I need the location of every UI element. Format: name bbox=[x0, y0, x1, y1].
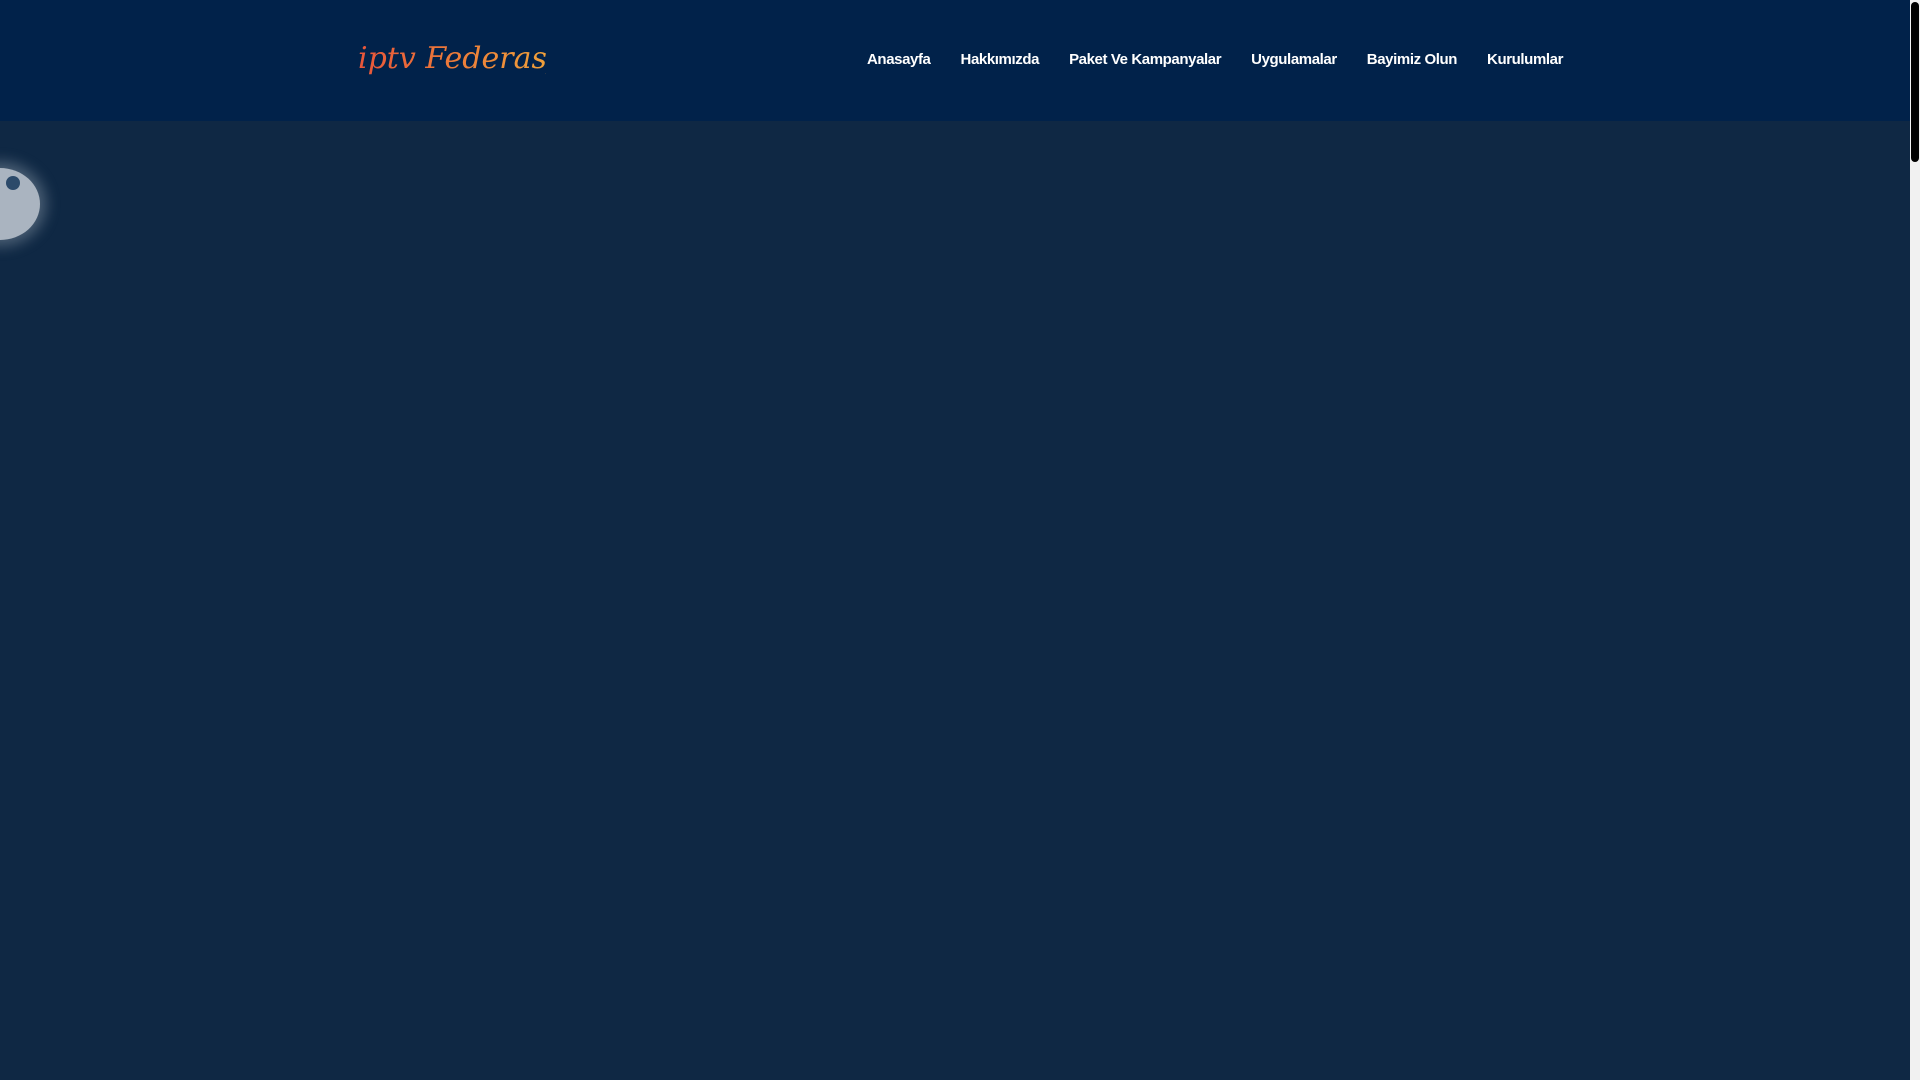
nav-item-uygulamalar[interactable]: Uygulamalar bbox=[1251, 50, 1337, 70]
nav-item-paket-ve-kampanyalar[interactable]: Paket Ve Kampanyalar bbox=[1069, 50, 1221, 70]
logo-wordmark: iptv Federasyon bbox=[358, 41, 546, 76]
nav-item-hakkimizda[interactable]: Hakkımızda bbox=[961, 50, 1040, 70]
main-content bbox=[0, 121, 1910, 1080]
page: iptv Federasyon Anasayfa Hakkımızda Pake… bbox=[0, 0, 1920, 1080]
nav-item-anasayfa[interactable]: Anasayfa bbox=[867, 50, 931, 70]
logo-text: iptv Federasyon bbox=[358, 41, 546, 76]
nav-item-kurulumlar[interactable]: Kurulumlar bbox=[1487, 50, 1563, 70]
nav-item-bayimiz-olun[interactable]: Bayimiz Olun bbox=[1367, 50, 1458, 70]
widget-dot-icon bbox=[6, 176, 20, 190]
main-nav: Anasayfa Hakkımızda Paket Ve Kampanyalar… bbox=[867, 50, 1563, 70]
scrollbar-thumb[interactable] bbox=[1911, 2, 1919, 162]
site-header: iptv Federasyon Anasayfa Hakkımızda Pake… bbox=[0, 0, 1910, 121]
site-logo[interactable]: iptv Federasyon bbox=[356, 36, 546, 80]
scrollbar-track[interactable] bbox=[1910, 0, 1920, 1080]
